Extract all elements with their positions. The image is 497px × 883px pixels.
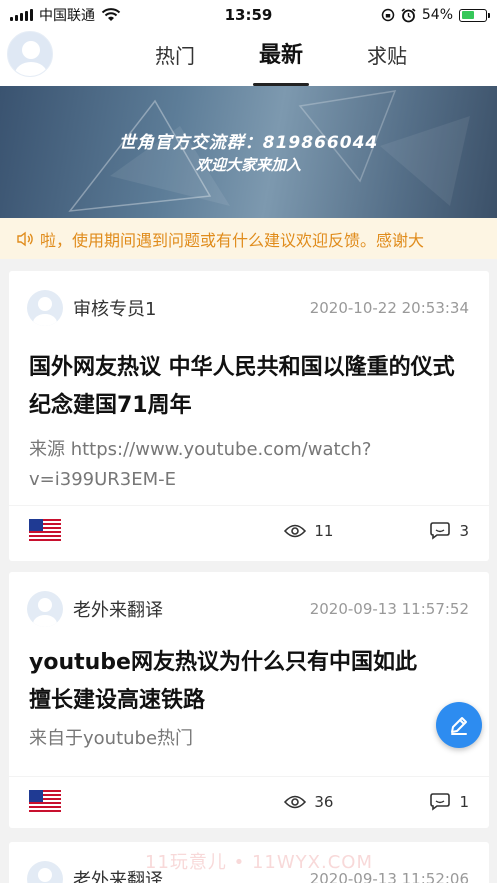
view-count-value: 11 xyxy=(314,521,334,540)
banner-subtitle: 欢迎大家来加入 xyxy=(195,156,301,174)
user-avatar[interactable] xyxy=(7,31,53,77)
signal-icon xyxy=(10,9,33,21)
post-summary: 来自于youtube热门 xyxy=(29,728,194,749)
author-avatar[interactable] xyxy=(27,861,63,883)
comment-count[interactable]: 3 xyxy=(429,522,469,540)
tab-bar: 热门 最新 求贴 xyxy=(122,30,440,86)
view-count-value: 36 xyxy=(314,792,334,811)
notice-bar: 啦，使用期间遇到问题或有什么建议欢迎反馈。感谢大 xyxy=(0,218,497,259)
post-summary: 来源 https://www.youtube.com/watch?v=i399U… xyxy=(29,439,372,490)
us-flag-icon xyxy=(29,518,61,543)
post-date: 2020-10-22 20:53:34 xyxy=(309,299,469,317)
author-avatar[interactable] xyxy=(27,290,63,326)
tab-hot[interactable]: 热门 xyxy=(122,30,228,86)
battery-icon xyxy=(459,8,490,22)
promo-banner[interactable]: 世角官方交流群：819866044 欢迎大家来加入 xyxy=(0,86,497,218)
author-name[interactable]: 审核专员1 xyxy=(73,295,156,321)
eye-icon xyxy=(284,795,307,808)
eye-icon xyxy=(284,524,307,537)
comment-count[interactable]: 1 xyxy=(429,793,469,811)
view-count: 11 xyxy=(284,522,333,540)
tab-request[interactable]: 求贴 xyxy=(334,30,440,86)
post-footer: 36 1 xyxy=(9,776,489,826)
post-title[interactable]: youtube网友热议为什么只有中国如此擅长建设高速铁路 xyxy=(9,644,489,720)
pencil-icon xyxy=(451,717,467,735)
post-title[interactable]: 国外网友热议 中华人民共和国以隆重的仪式纪念建国71周年 xyxy=(9,349,489,425)
compose-button[interactable] xyxy=(436,702,482,748)
post-footer: 11 3 xyxy=(9,505,489,555)
comment-count-value: 1 xyxy=(459,792,469,811)
post-card[interactable]: 审核专员1 2020-10-22 20:53:34 国外网友热议 中华人民共和国… xyxy=(9,271,489,561)
speaker-icon xyxy=(17,231,33,246)
author-avatar[interactable] xyxy=(27,591,63,627)
comment-icon xyxy=(430,521,451,540)
watermark: 11玩意儿 • 11WYX.COM xyxy=(145,852,373,873)
author-name[interactable]: 老外来翻译 xyxy=(73,596,163,622)
tab-latest[interactable]: 最新 xyxy=(228,30,334,86)
notice-text: 啦，使用期间遇到问题或有什么建议欢迎反馈。感谢大 xyxy=(40,230,425,250)
battery-percent: 54% xyxy=(421,7,453,23)
comment-icon xyxy=(430,792,451,811)
wifi-icon xyxy=(101,8,121,21)
carrier-label: 中国联通 xyxy=(39,8,95,24)
post-card[interactable]: 老外来翻译 2020-09-13 11:57:52 youtube网友热议为什么… xyxy=(9,572,489,828)
us-flag-icon xyxy=(29,789,61,814)
comment-count-value: 3 xyxy=(459,521,469,540)
banner-title: 世角官方交流群：819866044 xyxy=(118,133,379,153)
rotation-lock-icon xyxy=(381,8,395,22)
alarm-icon xyxy=(401,7,416,22)
avatar-placeholder-icon xyxy=(15,41,47,76)
status-bar: 中国联通 13:59 54% xyxy=(0,0,497,30)
top-nav: 热门 最新 求贴 xyxy=(0,30,497,86)
view-count: 36 xyxy=(284,793,333,811)
post-date: 2020-09-13 11:57:52 xyxy=(309,600,469,618)
